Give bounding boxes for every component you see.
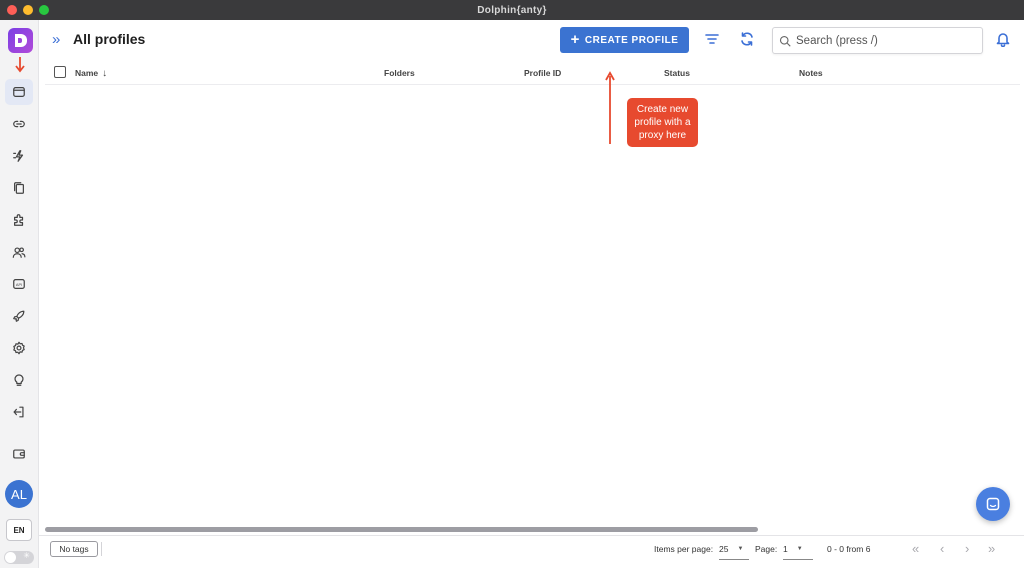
sidebar-item-wallet[interactable] (5, 441, 33, 467)
last-page-icon[interactable]: » (988, 541, 995, 556)
copy-icon (14, 182, 24, 194)
page-label: Page: (755, 544, 778, 554)
items-per-page-select[interactable]: 25 ▼ (719, 539, 749, 560)
tags-filter-button[interactable]: No tags (50, 541, 98, 557)
sidebar-item-templates[interactable] (5, 175, 33, 201)
chevron-down-icon: ▼ (737, 546, 744, 552)
title-bar: Dolphin{anty} (0, 0, 1024, 20)
app-logo[interactable] (8, 28, 33, 53)
items-per-page-label: Items per page: (654, 544, 714, 554)
sidebar-item-automation[interactable] (5, 143, 33, 169)
lightning-icon (13, 150, 24, 162)
sidebar-item-api[interactable]: API (5, 271, 33, 297)
column-header-notes[interactable]: Notes (799, 68, 823, 78)
red-annotation-arrow-icon (15, 57, 25, 73)
table-footer: No tags Items per page: 25 ▼ Page: 1 ▼ 0… (39, 535, 1024, 568)
minimize-window-button[interactable] (23, 5, 33, 15)
items-per-page-value: 25 (719, 544, 729, 554)
sidebar-item-browser-profiles[interactable] (5, 79, 33, 105)
chat-icon (986, 497, 1000, 511)
column-header-status[interactable]: Status (664, 68, 690, 78)
create-profile-label: CREATE PROFILE (584, 34, 679, 46)
maximize-window-button[interactable] (39, 5, 49, 15)
language-selector[interactable]: EN (6, 519, 32, 541)
logout-icon (13, 406, 24, 418)
column-header-name[interactable]: Name ↓ (75, 68, 107, 79)
page-title: All profiles (73, 31, 146, 47)
lightbulb-icon (14, 374, 24, 386)
select-all-checkbox[interactable] (54, 66, 66, 78)
page-value: 1 (783, 544, 788, 554)
column-header-folders[interactable]: Folders (384, 68, 415, 78)
sidebar-item-logout[interactable] (5, 399, 33, 425)
sort-arrow-down-icon[interactable]: ↓ (102, 68, 107, 79)
puzzle-icon (14, 214, 24, 226)
api-icon: API (13, 279, 25, 289)
search-input[interactable] (796, 34, 976, 47)
sidebar-item-team[interactable] (5, 239, 33, 265)
rocket-icon (13, 310, 25, 322)
page-select[interactable]: 1 ▼ (783, 539, 813, 560)
notifications-button[interactable] (995, 31, 1013, 49)
sidebar-item-proxies[interactable] (5, 111, 33, 137)
horizontal-scrollbar[interactable] (45, 527, 758, 532)
plus-icon: + (570, 31, 580, 48)
pagination-range: 0 - 0 from 6 (827, 544, 871, 554)
window-controls (7, 5, 49, 15)
annotation-callout: Create new profile with a proxy here (627, 98, 698, 147)
svg-text:API: API (16, 282, 22, 287)
first-page-icon[interactable]: « (912, 541, 919, 556)
divider (101, 542, 102, 556)
previous-page-icon[interactable]: ‹ (940, 541, 944, 556)
users-icon (12, 247, 26, 258)
create-profile-button[interactable]: + CREATE PROFILE (560, 27, 689, 53)
filter-icon (705, 34, 719, 44)
filter-button[interactable] (704, 31, 722, 49)
next-page-icon[interactable]: › (965, 541, 969, 556)
search-icon (779, 35, 791, 47)
table-header: Name ↓ Folders Profile ID Status Notes (45, 61, 1020, 85)
browser-window-icon (13, 87, 25, 97)
column-header-profile-id[interactable]: Profile ID (524, 68, 561, 78)
annotation-arrow-icon (605, 71, 615, 144)
sidebar-item-tips[interactable] (5, 367, 33, 393)
sidebar-item-extensions[interactable] (5, 207, 33, 233)
dolphin-logo-icon (14, 34, 27, 47)
wallet-icon (13, 449, 25, 459)
refresh-button[interactable] (739, 31, 757, 49)
column-name-label: Name (75, 68, 99, 78)
chevron-down-icon: ▼ (796, 546, 803, 552)
close-window-button[interactable] (7, 5, 17, 15)
gear-icon (13, 341, 25, 355)
bell-icon (996, 33, 1010, 48)
app-window: Dolphin{anty} API AL EN ✳ » All profiles… (0, 0, 1024, 568)
avatar[interactable]: AL (5, 480, 33, 508)
page-header: » All profiles + CREATE PROFILE (39, 20, 1024, 60)
expand-sidebar-icon[interactable]: » (52, 32, 60, 47)
sidebar: API AL EN (0, 20, 39, 568)
sidebar-item-settings[interactable] (5, 335, 33, 361)
refresh-icon (741, 32, 753, 46)
support-chat-button[interactable] (976, 487, 1010, 521)
sidebar-item-scenarios[interactable] (5, 303, 33, 329)
search-box[interactable] (772, 27, 983, 54)
theme-toggle[interactable] (4, 551, 34, 564)
window-title: Dolphin{anty} (477, 4, 547, 16)
link-icon (13, 120, 25, 128)
